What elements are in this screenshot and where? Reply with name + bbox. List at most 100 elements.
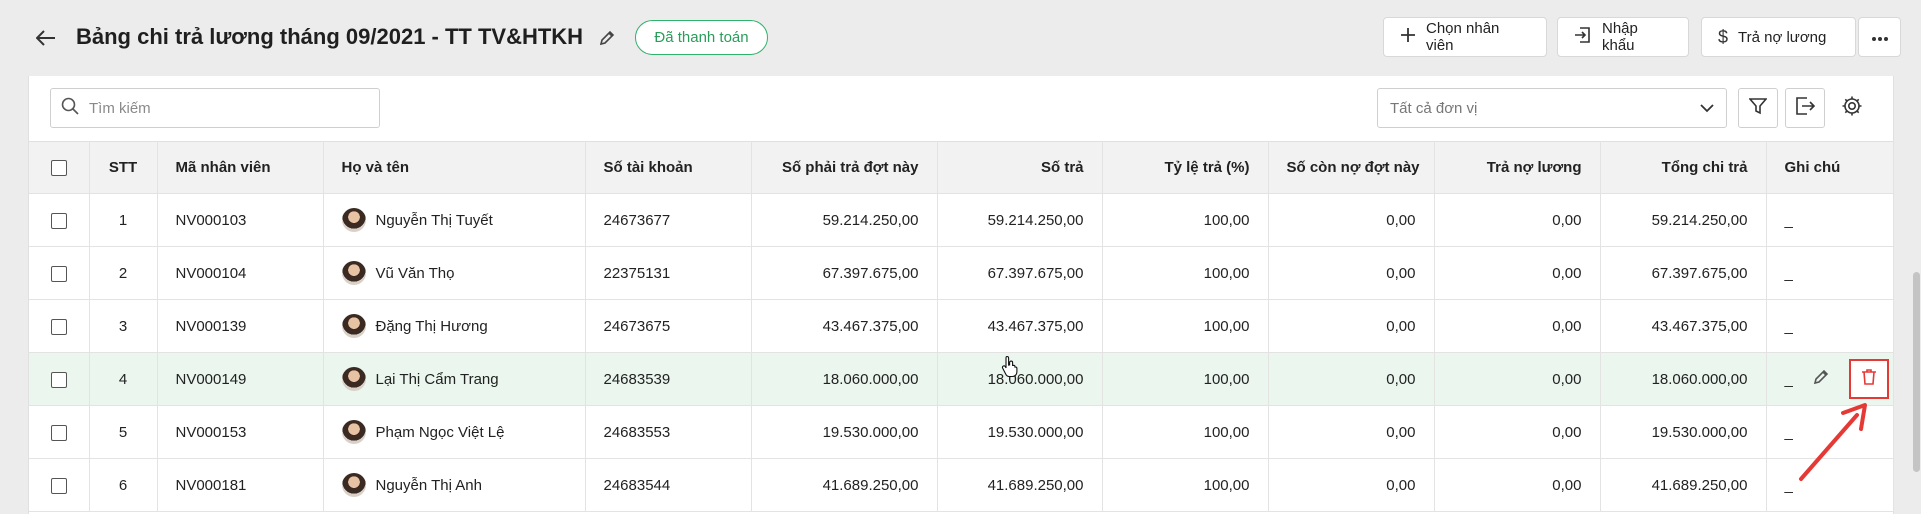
cell-remaining: 0,00	[1268, 246, 1435, 300]
row-checkbox[interactable]	[50, 212, 67, 229]
col-header-full-name[interactable]: Họ và tên	[323, 141, 586, 194]
row-select-cell	[29, 352, 90, 406]
table-row[interactable]: 1 NV000103 Nguyễn Thị Tuyết 24673677 59.214.…	[29, 193, 1894, 247]
cell-rate: 100,00	[1102, 299, 1269, 353]
delete-row-button[interactable]	[1848, 359, 1889, 399]
col-header-paid[interactable]: Số trả	[937, 141, 1103, 194]
cell-employee-code: NV000139	[157, 299, 324, 353]
table-toolbar: Tất cả đơn vị	[29, 76, 1893, 142]
cell-employee-code: NV000153	[157, 405, 324, 459]
unit-select[interactable]: Tất cả đơn vị	[1377, 88, 1727, 128]
note-text: _	[1784, 370, 1793, 388]
employee-name: Nguyễn Thị Tuyết	[375, 211, 493, 229]
annotation-arrow	[1799, 403, 1867, 481]
cell-full-name: Nguyễn Thị Tuyết	[323, 193, 586, 247]
select-all-cell	[29, 141, 90, 194]
col-header-account[interactable]: Số tài khoản	[585, 141, 752, 194]
col-header-employee-code[interactable]: Mã nhân viên	[157, 141, 324, 194]
cell-due: 43.467.375,00	[751, 299, 938, 353]
cell-account: 24683544	[585, 458, 752, 512]
cell-employee-code: NV000149	[157, 352, 324, 406]
hand-cursor-icon	[1001, 355, 1019, 382]
cell-rate: 100,00	[1102, 193, 1269, 247]
cell-rate: 100,00	[1102, 405, 1269, 459]
cell-full-name: Phạm Ngọc Việt Lệ	[323, 405, 586, 459]
select-all-checkbox[interactable]	[50, 160, 67, 177]
row-checkbox[interactable]	[50, 424, 67, 441]
row-checkbox[interactable]	[50, 265, 67, 282]
cell-paid: 59.214.250,00	[937, 193, 1103, 247]
search-input[interactable]	[89, 99, 359, 117]
search-box[interactable]	[50, 88, 380, 128]
edit-row-button[interactable]	[1801, 359, 1841, 399]
cell-paid: 67.397.675,00	[937, 246, 1103, 300]
avatar	[341, 261, 366, 285]
employee-name: Đặng Thị Hương	[375, 317, 488, 335]
cell-account: 22375131	[585, 246, 752, 300]
employee-name: Phạm Ngọc Việt Lệ	[375, 423, 505, 441]
filter-button[interactable]	[1738, 88, 1778, 128]
vertical-scrollbar[interactable]	[1913, 272, 1920, 472]
cell-paid: 43.467.375,00	[937, 299, 1103, 353]
cell-stt: 2	[89, 246, 158, 300]
cell-due: 59.214.250,00	[751, 193, 938, 247]
col-header-debt-pay[interactable]: Trả nợ lương	[1434, 141, 1601, 194]
table-row[interactable]: 5 NV000153 Phạm Ngọc Việt Lệ 24683553 19.530…	[29, 405, 1894, 459]
table-row[interactable]: 3 NV000139 Đặng Thị Hương 24673675 43.467.37…	[29, 299, 1894, 353]
cell-full-name: Lại Thị Cẩm Trang	[323, 352, 586, 406]
search-icon	[61, 97, 79, 120]
cell-stt: 6	[89, 458, 158, 512]
row-select-cell	[29, 299, 90, 353]
row-checkbox[interactable]	[50, 371, 67, 388]
edit-title-pencil-icon[interactable]	[593, 24, 621, 52]
table-row[interactable]: 6 NV000181 Nguyễn Thị Anh 24683544 41.689.25…	[29, 458, 1894, 512]
row-checkbox[interactable]	[50, 318, 67, 335]
cell-total: 43.467.375,00	[1600, 299, 1767, 353]
pay-salary-debt-button[interactable]: $ Trả nợ lương	[1701, 17, 1856, 57]
cell-account: 24683553	[585, 405, 752, 459]
cell-remaining: 0,00	[1268, 352, 1435, 406]
col-header-stt[interactable]: STT	[89, 141, 158, 194]
back-arrow-icon[interactable]	[30, 22, 62, 54]
import-button[interactable]: Nhập khẩu	[1557, 17, 1689, 57]
export-button[interactable]	[1785, 88, 1825, 128]
pencil-icon	[1812, 368, 1830, 390]
row-checkbox[interactable]	[50, 477, 67, 494]
cell-remaining: 0,00	[1268, 299, 1435, 353]
cell-full-name: Vũ Văn Thọ	[323, 246, 586, 300]
cell-total: 41.689.250,00	[1600, 458, 1767, 512]
content-panel: Tất cả đơn vị STT Mã nhân viên Họ và tên…	[28, 76, 1920, 514]
cell-debt-pay: 0,00	[1434, 458, 1601, 512]
col-header-note[interactable]: Ghi chú	[1766, 141, 1894, 194]
note-text: _	[1784, 211, 1793, 229]
more-options-button[interactable]	[1858, 17, 1901, 57]
filter-icon	[1748, 97, 1768, 120]
choose-employee-button[interactable]: Chọn nhân viên	[1383, 17, 1547, 57]
avatar	[341, 367, 366, 391]
choose-employee-label: Chọn nhân viên	[1426, 20, 1500, 54]
cell-employee-code: NV000104	[157, 246, 324, 300]
status-badge: Đã thanh toán	[635, 20, 768, 55]
salary-table: STT Mã nhân viên Họ và tên Số tài khoản …	[29, 141, 1894, 512]
cell-remaining: 0,00	[1268, 405, 1435, 459]
table-row[interactable]: 4 NV000149 Lại Thị Cẩm Trang 24683539 18.060…	[29, 352, 1894, 406]
avatar	[341, 208, 366, 232]
cell-account: 24683539	[585, 352, 752, 406]
col-header-total[interactable]: Tổng chi trả	[1600, 141, 1767, 194]
cell-paid: 41.689.250,00	[937, 458, 1103, 512]
import-icon	[1574, 26, 1592, 48]
col-header-due[interactable]: Số phải trả đợt này	[751, 141, 938, 194]
cell-debt-pay: 0,00	[1434, 246, 1601, 300]
cell-total: 19.530.000,00	[1600, 405, 1767, 459]
cell-note: _	[1766, 299, 1894, 353]
col-header-rate[interactable]: Tỷ lệ trả (%)	[1102, 141, 1269, 194]
page-header: Bảng chi trả lương tháng 09/2021 - TT TV…	[0, 0, 1921, 74]
cell-paid: 18.060.000,00	[937, 352, 1103, 406]
settings-button[interactable]	[1832, 88, 1872, 128]
table-row[interactable]: 2 NV000104 Vũ Văn Thọ 22375131 67.397.675,00…	[29, 246, 1894, 300]
col-header-remaining[interactable]: Số còn nợ đợt này	[1268, 141, 1435, 194]
cell-total: 18.060.000,00	[1600, 352, 1767, 406]
cell-stt: 1	[89, 193, 158, 247]
cell-debt-pay: 0,00	[1434, 193, 1601, 247]
cell-stt: 3	[89, 299, 158, 353]
